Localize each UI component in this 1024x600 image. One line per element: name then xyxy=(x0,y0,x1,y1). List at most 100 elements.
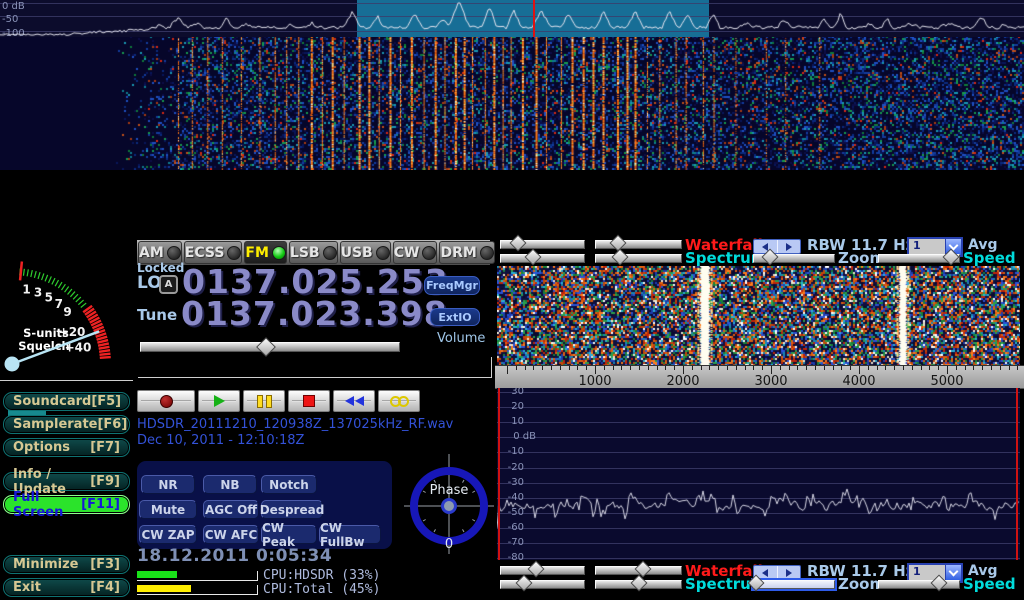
audio-scale-tick xyxy=(736,366,737,370)
dsp-button-notch[interactable]: Notch xyxy=(261,475,317,494)
waterfall-contrast-slider-thumb[interactable] xyxy=(509,235,526,252)
volume-label: Volume xyxy=(437,331,485,346)
volume-slider-thumb[interactable] xyxy=(256,337,276,357)
audio-scale-tick xyxy=(1009,366,1010,370)
play-button[interactable] xyxy=(198,390,240,412)
menu-button-label: Full Screen xyxy=(13,490,81,520)
tune-label: Tune xyxy=(137,306,177,324)
spectrum-range-slider-thumb[interactable] xyxy=(516,575,533,592)
waterfall-contrast-slider[interactable] xyxy=(500,566,585,575)
menu-button-soundcard[interactable]: Soundcard[F5] xyxy=(3,392,130,411)
mode-button-cw[interactable]: CW xyxy=(393,241,438,264)
menu-button-options[interactable]: Options[F7] xyxy=(3,438,130,457)
phase-tick xyxy=(463,529,465,532)
waterfall-brightness-slider[interactable] xyxy=(595,240,682,249)
menu-button-info-update[interactable]: Info / Update[F9] xyxy=(3,472,130,491)
dsp-button-agc-off[interactable]: AGC Off xyxy=(203,500,259,519)
dsp-button-nb[interactable]: NB xyxy=(203,475,257,494)
avg-dropdown-button[interactable] xyxy=(945,565,961,581)
extio-button[interactable]: ExtIO xyxy=(430,308,480,326)
spectrum-range-slider[interactable] xyxy=(500,254,585,263)
phase-dial[interactable]: Phase 0 xyxy=(404,452,494,556)
menu-button-fkey: [F4] xyxy=(90,580,120,595)
menu-button-samplerate[interactable]: Samplerate[F6] xyxy=(3,415,130,434)
spectrum-range-slider-thumb[interactable] xyxy=(524,249,541,266)
audio-scale-tick xyxy=(560,366,561,370)
audio-waterfall[interactable] xyxy=(497,266,1020,365)
rewind-button[interactable] xyxy=(333,390,375,412)
audio-frequency-scale[interactable]: 10002000300040005000 xyxy=(495,365,1024,389)
stop-icon xyxy=(303,395,315,407)
mode-button-usb[interactable]: USB xyxy=(340,241,391,264)
audio-band-edge-right xyxy=(1016,388,1018,560)
dsp-button-cw-fullbw[interactable]: CW FullBw xyxy=(319,525,381,544)
menu-button-fkey: [F7] xyxy=(90,440,120,455)
rf-spectrum-overview[interactable]: 0 dB-50-100 xyxy=(0,0,1024,37)
phase-center-dot xyxy=(443,500,456,513)
cpu-meter-label: CPU:HDSDR (33%) xyxy=(263,568,380,583)
menu-button-label: Exit xyxy=(13,580,41,595)
smeter-needle-pivot xyxy=(5,357,20,372)
display-controls-lower: WaterfallRBW 11.7 Hz1AvgSpectrumZoomSpee… xyxy=(495,564,1024,592)
mode-button-fm[interactable]: FM xyxy=(244,241,287,264)
spectrum-range-slider[interactable] xyxy=(500,580,585,589)
pause-icon xyxy=(257,395,272,408)
volume-slider[interactable] xyxy=(140,342,400,352)
audio-scale-tick xyxy=(718,366,719,370)
dsp-button-mute[interactable]: Mute xyxy=(139,500,197,519)
tune-frequency-display[interactable]: 0137.023.398 xyxy=(181,297,448,330)
audio-scale-tick xyxy=(577,366,578,370)
stop-button[interactable] xyxy=(288,390,330,412)
record-button[interactable] xyxy=(137,390,195,412)
cpu-meter-fill xyxy=(137,585,191,592)
audio-scale-tick xyxy=(921,366,922,370)
dsp-button-despread[interactable]: Despread xyxy=(261,500,323,519)
dsp-button-cw-afc[interactable]: CW AFC xyxy=(203,525,259,544)
smeter-scale-label: 3 xyxy=(34,286,42,300)
dsp-button-cw-zap[interactable]: CW ZAP xyxy=(139,525,197,544)
rbw-spinner-up[interactable] xyxy=(777,566,801,579)
spectrum-offset-slider[interactable] xyxy=(595,254,682,263)
zoom-slider[interactable] xyxy=(753,254,835,263)
audio-scale-tick xyxy=(621,366,622,370)
mode-led xyxy=(422,246,436,260)
mode-led xyxy=(480,246,494,260)
menu-button-exit[interactable]: Exit [F4] xyxy=(3,578,130,597)
speed-slider[interactable] xyxy=(878,580,960,589)
waterfall-contrast-slider-thumb[interactable] xyxy=(527,561,544,578)
menu-button-minimize[interactable]: Minimize[F3] xyxy=(3,555,130,574)
loop-button[interactable] xyxy=(378,390,420,412)
audio-scale-label: 5000 xyxy=(930,374,963,389)
pause-button[interactable] xyxy=(243,390,285,412)
audio-scale-label: 1000 xyxy=(578,374,611,389)
menu-button-full-screen[interactable]: Full Screen[F11] xyxy=(3,495,130,514)
dsp-button-nr[interactable]: NR xyxy=(141,475,195,494)
display-controls-upper: WaterfallRBW 11.7 Hz1AvgSpectrumZoomSpee… xyxy=(495,238,1024,266)
audio-scale-tick xyxy=(894,366,895,370)
cpu-meter-fill xyxy=(137,571,177,578)
audio-spectrum[interactable]: 3020100 dB-10-20-30-40-50-60-70-80 xyxy=(497,388,1020,560)
audio-scale-tick xyxy=(806,366,807,370)
spinner-right-arrow-icon xyxy=(786,243,792,251)
mode-button-ecss[interactable]: ECSS xyxy=(184,241,243,264)
spectrum-offset-slider-thumb[interactable] xyxy=(611,249,628,266)
menu-button-fkey: [F5] xyxy=(91,394,121,409)
audio-spectrum-trace xyxy=(497,388,1020,560)
smeter-scale-label: 9 xyxy=(63,305,71,319)
mode-button-label: USB xyxy=(341,245,373,261)
dsp-button-cw-peak[interactable]: CW Peak xyxy=(261,525,317,544)
mode-button-label: LSB xyxy=(290,245,320,261)
spectrum-offset-slider[interactable] xyxy=(595,580,682,589)
speed-label: Speed xyxy=(963,252,1016,265)
speed-slider[interactable] xyxy=(878,254,960,263)
zoom-slider[interactable] xyxy=(753,580,835,589)
spectrum-offset-slider-thumb[interactable] xyxy=(630,575,647,592)
lo-a-badge[interactable]: A xyxy=(159,275,178,294)
rbw-spinner-up[interactable] xyxy=(777,240,801,253)
freqmgr-button[interactable]: FreqMgr xyxy=(424,276,480,295)
smeter-scale-label: 5 xyxy=(45,291,53,305)
mode-button-lsb[interactable]: LSB xyxy=(289,241,338,264)
audio-scale-tick xyxy=(551,366,552,370)
waterfall-contrast-slider[interactable] xyxy=(500,240,585,249)
mode-button-drm[interactable]: DRM xyxy=(439,241,494,264)
